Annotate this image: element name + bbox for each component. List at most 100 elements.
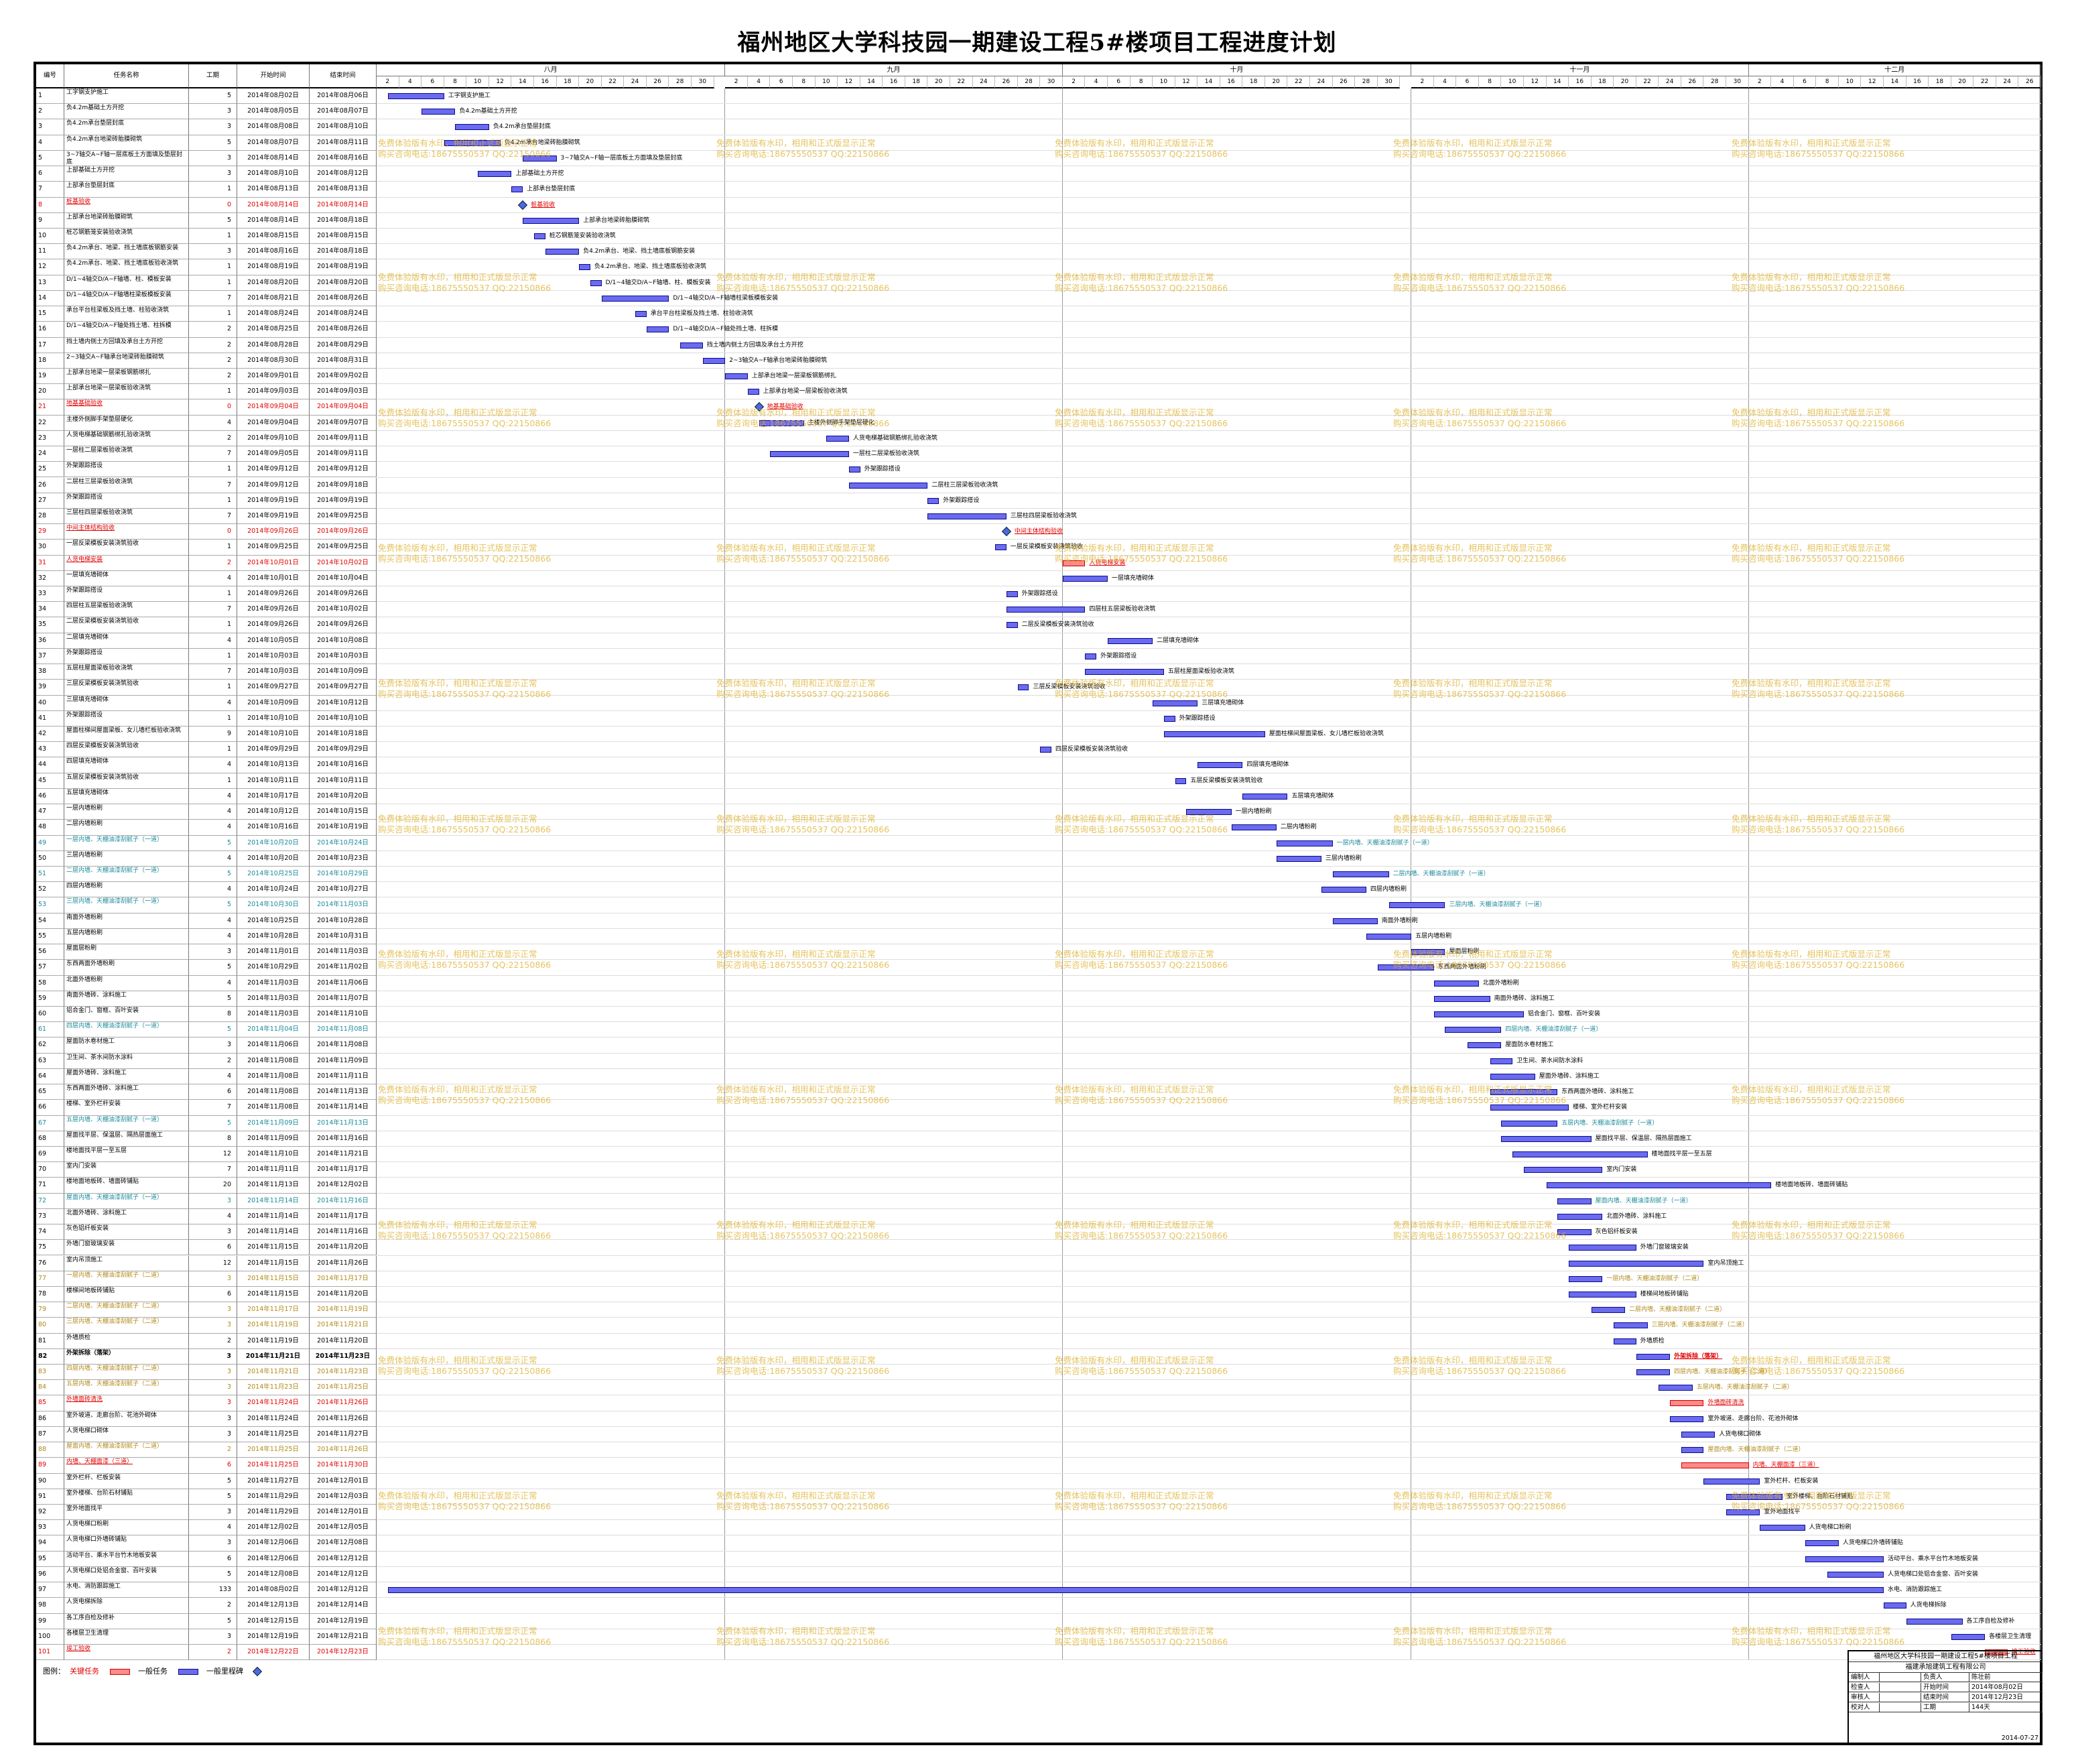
task-bar xyxy=(1321,887,1366,893)
task-duration: 2 xyxy=(189,430,237,447)
task-end: 2014年08月26日 xyxy=(310,290,377,307)
table-row: 22 主楼外侧脚手架垫层硬化 4 2014年09月04日 2014年09月07日 xyxy=(36,415,377,431)
task-bar xyxy=(455,124,489,131)
watermark-line: 购买咨询电话:18675550537 QQ:22150866 xyxy=(716,1501,890,1511)
task-bar xyxy=(1377,964,1434,971)
task-no: 11 xyxy=(36,244,64,260)
task-duration: 1 xyxy=(189,586,237,603)
task-start: 2014年11月09日 xyxy=(237,1131,310,1147)
task-end: 2014年08月07日 xyxy=(310,104,377,120)
table-row: 98 人货电梯拆除 2 2014年12月13日 2014年12月14日 xyxy=(36,1598,377,1614)
task-bar-label: 铝合金门、窗框、百叶安装 xyxy=(1527,1010,1600,1017)
legend-crit-label: 关键任务 xyxy=(70,1667,99,1676)
task-no: 48 xyxy=(36,820,64,836)
task-bar xyxy=(387,1587,1884,1594)
row-divider xyxy=(377,1208,2041,1209)
task-end: 2014年11月20日 xyxy=(310,1333,377,1349)
day-tick: 26 xyxy=(995,76,1018,88)
task-name: 二层反梁模板安装浇筑验收 xyxy=(64,617,189,633)
task-duration: 12 xyxy=(189,1146,237,1163)
task-bar xyxy=(1468,1042,1502,1049)
task-duration: 5 xyxy=(189,1489,237,1505)
task-name: 楼地面找平层一至五层 xyxy=(64,1146,189,1163)
task-bar-label: 五层柱屋面梁板验收浇筑 xyxy=(1167,668,1234,676)
task-duration: 4 xyxy=(189,695,237,711)
task-bar xyxy=(1490,1073,1535,1080)
task-no: 58 xyxy=(36,975,64,991)
task-bar xyxy=(1276,855,1321,862)
table-row: 29 中间主体结构验收 0 2014年09月26日 2014年09月26日 xyxy=(36,524,377,540)
task-duration: 7 xyxy=(189,1100,237,1116)
watermark: 免费体验版有水印，相用和正式版显示正常 购买咨询电话:18675550537 QQ… xyxy=(716,678,889,700)
task-bar xyxy=(927,497,939,504)
task-bar xyxy=(826,435,849,442)
task-no: 16 xyxy=(36,322,64,338)
task-start: 2014年09月03日 xyxy=(237,384,310,400)
task-duration: 12 xyxy=(189,1255,237,1271)
task-no: 20 xyxy=(36,384,64,400)
day-tick: 18 xyxy=(1929,76,1951,88)
table-row: 37 外架跟踪搭设 1 2014年10月03日 2014年10月03日 xyxy=(36,648,377,665)
task-end: 2014年10月28日 xyxy=(310,913,377,929)
task-end: 2014年12月19日 xyxy=(310,1613,377,1629)
task-no: 69 xyxy=(36,1146,64,1163)
task-start: 2014年09月10日 xyxy=(237,430,310,447)
info-cell: 开始时间 xyxy=(1921,1683,1969,1692)
table-row: 92 室外地面找平 3 2014年11月29日 2014年12月01日 xyxy=(36,1505,377,1521)
row-divider xyxy=(377,1177,2041,1178)
task-start: 2014年09月12日 xyxy=(237,477,310,493)
task-bar-label: 楼地面找平层一至五层 xyxy=(1651,1150,1712,1157)
task-duration: 0 xyxy=(189,399,237,416)
task-start: 2014年11月14日 xyxy=(237,1224,310,1241)
watermark-line: 免费体验版有水印，相用和正式版显示正常 xyxy=(1393,1220,1553,1230)
task-bar xyxy=(1951,1633,1986,1640)
task-start: 2014年08月30日 xyxy=(237,353,310,369)
col-header-end: 结束时间 xyxy=(310,64,377,88)
task-duration: 1 xyxy=(189,275,237,291)
task-no: 94 xyxy=(36,1535,64,1552)
task-name: 上部承台地梁一层梁板钢筋绑扎 xyxy=(64,368,189,385)
task-duration: 3 xyxy=(189,1193,237,1209)
task-duration: 5 xyxy=(189,991,237,1007)
watermark: 免费体验版有水印，相用和正式版显示正常 购买咨询电话:18675550537 QQ… xyxy=(378,1220,551,1241)
task-duration: 5 xyxy=(189,1115,237,1131)
task-duration: 4 xyxy=(189,913,237,929)
task-start: 2014年10月10日 xyxy=(237,710,310,727)
task-no: 56 xyxy=(36,944,64,960)
task-bar xyxy=(1670,1400,1704,1407)
task-bar-label: 上部承台垫层封底 xyxy=(527,186,576,193)
task-bar xyxy=(1523,1167,1603,1174)
task-end: 2014年11月08日 xyxy=(310,1037,377,1054)
day-tick: 30 xyxy=(691,76,714,88)
table-row: 17 挡土墙内侧土方回填及承台土方开挖 2 2014年08月28日 2014年08月29… xyxy=(36,337,377,353)
watermark-line: 购买咨询电话:18675550537 QQ:22150866 xyxy=(1055,1095,1228,1105)
task-duration: 8 xyxy=(189,1131,237,1147)
table-row: 34 四层柱五层梁板验收浇筑 7 2014年09月26日 2014年10月02日 xyxy=(36,602,377,618)
task-name: 屋面内墙、天棚油漆刮腻子（一道） xyxy=(64,1193,189,1209)
task-end: 2014年09月04日 xyxy=(310,399,377,416)
row-divider xyxy=(377,336,2041,338)
task-start: 2014年10月12日 xyxy=(237,804,310,820)
day-tick: 16 xyxy=(533,76,557,88)
task-duration: 3 xyxy=(189,104,237,120)
day-tick: 4 xyxy=(1433,76,1457,88)
task-start: 2014年10月11日 xyxy=(237,773,310,789)
task-no: 49 xyxy=(36,835,64,851)
row-divider xyxy=(377,1161,2041,1163)
watermark: 免费体验版有水印，相用和正式版显示正常 购买咨询电话:18675550537 QQ… xyxy=(1732,814,1904,835)
table-row: 39 三层反梁模板安装浇筑验收 1 2014年09月27日 2014年09月27日 xyxy=(36,680,377,696)
table-row: 8 桩基验收 0 2014年08月14日 2014年08月14日 xyxy=(36,197,377,213)
task-no: 4 xyxy=(36,135,64,151)
task-name: 桩基验收 xyxy=(64,197,189,213)
task-no: 32 xyxy=(36,570,64,587)
task-start: 2014年09月12日 xyxy=(237,462,310,478)
watermark: 免费体验版有水印，相用和正式版显示正常 购买咨询电话:18675550537 QQ… xyxy=(1055,1084,1228,1106)
info-cell: 陈壮前 xyxy=(1969,1673,2043,1682)
task-start: 2014年08月14日 xyxy=(237,150,310,167)
task-bar-label: 中间主体结构验收 xyxy=(1014,528,1063,536)
task-name: 外架跟踪搭设 xyxy=(64,462,189,478)
task-no: 46 xyxy=(36,788,64,805)
task-start: 2014年10月01日 xyxy=(237,555,310,571)
day-tick: 6 xyxy=(1456,76,1479,88)
table-row: 87 人货电梯口砌体 3 2014年11月25日 2014年11月27日 xyxy=(36,1426,377,1443)
